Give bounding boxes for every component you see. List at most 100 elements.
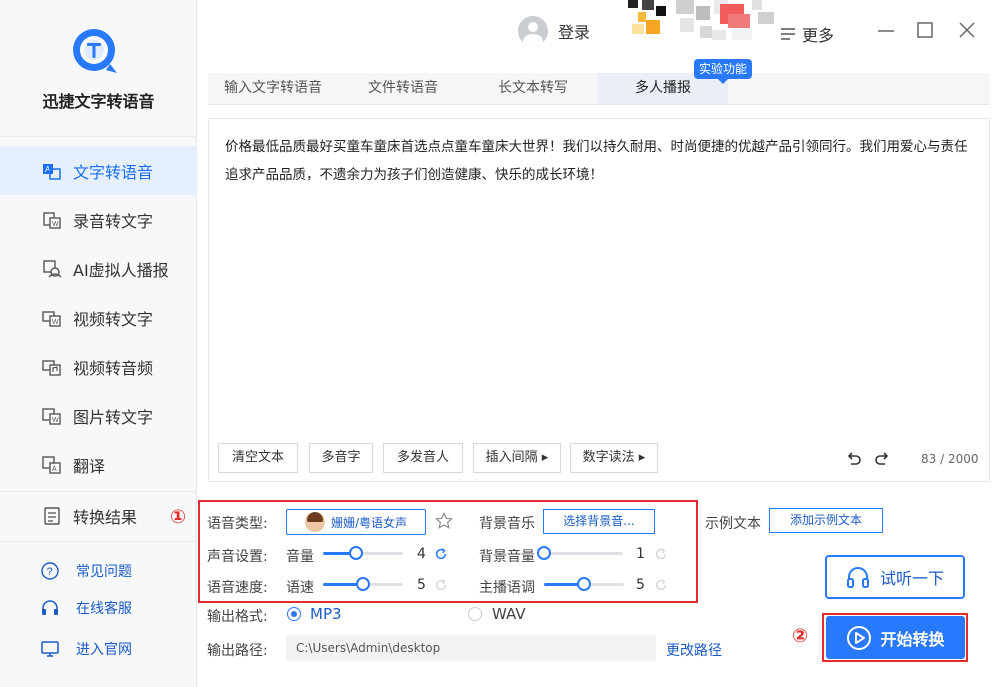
app-logo-icon [73, 29, 117, 73]
rate-slider[interactable] [323, 576, 403, 592]
close-icon[interactable] [957, 20, 977, 40]
rate-slider-knob[interactable] [356, 577, 370, 591]
tone-slider-knob[interactable] [577, 577, 591, 591]
output-format-label: 输出格式: [207, 609, 268, 625]
divider [0, 541, 197, 542]
multi-speaker-button[interactable]: 多发音人 [383, 443, 463, 473]
more-label: 更多 [802, 26, 835, 45]
voice-type-label: 语音类型: [207, 516, 268, 532]
rate-label: 语速 [286, 580, 314, 596]
tab-input-text-to-speech[interactable]: 输入文字转语音 [208, 73, 338, 104]
tab-long-text-transcribe[interactable]: 长文本转写 [468, 73, 598, 104]
insert-pause-button[interactable]: 插入间隔 ▸ [473, 443, 561, 473]
tone-slider[interactable] [544, 576, 624, 592]
tab-file-to-speech[interactable]: 文件转语音 [338, 73, 468, 104]
mode-tabs: 输入文字转语音 文件转语音 长文本转写 多人播报 [208, 73, 990, 105]
more-menu-button[interactable]: 更多 [780, 22, 834, 46]
faq-link[interactable]: ? 常见问题 [40, 561, 132, 581]
sidebar-item-label: AI虚拟人播报 [73, 260, 169, 280]
clear-text-button[interactable]: 清空文本 [218, 443, 298, 473]
official-site-label: 进入官网 [76, 642, 132, 658]
video-to-text-icon: W [42, 308, 62, 328]
online-support-label: 在线客服 [76, 601, 132, 617]
favorite-star-icon[interactable] [435, 512, 453, 530]
faq-label: 常见问题 [76, 564, 132, 580]
redo-icon[interactable] [873, 450, 891, 468]
preview-listen-label: 试听一下 [879, 569, 944, 588]
user-avatar-icon [518, 16, 548, 46]
sample-text-label: 示例文本 [705, 516, 761, 532]
start-convert-button[interactable]: 开始转换 [826, 616, 965, 659]
volume-slider[interactable] [323, 545, 403, 561]
sidebar-item-ai-avatar[interactable]: AI虚拟人播报 [0, 244, 197, 293]
sidebar-item-image-to-text[interactable]: W 图片转文字 [0, 391, 197, 440]
sidebar: 迅捷文字转语音 A 文字转语音 W 录音转文字 AI虚拟人播报 W 视频转文字 … [0, 0, 197, 687]
sidebar-item-video-to-audio[interactable]: 视频转音频 [0, 342, 197, 391]
annotation-number-one: ① [170, 506, 187, 528]
number-reading-button[interactable]: 数字读法 ▸ [570, 443, 658, 473]
mp3-label[interactable]: MP3 [310, 605, 342, 623]
login-button[interactable]: 登录 [518, 16, 590, 46]
tone-reset-icon[interactable] [654, 578, 668, 592]
sidebar-item-video-to-text[interactable]: W 视频转文字 [0, 293, 197, 342]
monitor-icon [40, 639, 60, 659]
pixelated-banner-icon [628, 0, 778, 44]
add-sample-text-button[interactable]: 添加示例文本 [769, 508, 883, 533]
svg-text:A: A [52, 466, 57, 473]
volume-reset-icon[interactable] [434, 547, 448, 561]
tone-value: 5 [636, 577, 645, 593]
question-icon: ? [40, 561, 60, 581]
output-path-label: 输出路径: [207, 643, 268, 659]
minimize-icon[interactable] [876, 20, 896, 40]
char-counter: 83 / 2000 [921, 452, 979, 466]
polyphone-button[interactable]: 多音字 [309, 443, 373, 473]
sidebar-item-results[interactable]: 转换结果 [0, 491, 197, 540]
ai-avatar-icon [42, 259, 62, 279]
official-site-link[interactable]: 进入官网 [40, 639, 132, 659]
svg-text:W: W [52, 417, 59, 424]
bg-volume-reset-icon[interactable] [654, 547, 668, 561]
select-bg-music-button[interactable]: 选择背景音... [543, 509, 655, 534]
bg-volume-slider-knob[interactable] [537, 546, 551, 560]
menu-icon [781, 28, 795, 40]
volume-value: 4 [417, 546, 426, 562]
speech-speed-label: 语音速度: [207, 580, 268, 596]
sidebar-item-label: 视频转文字 [73, 309, 154, 329]
voice-select-button[interactable]: 姗姗/粤语女声 [286, 509, 426, 535]
editor-text[interactable]: 价格最低品质最好买童车童床首选点点童车童床大世界！我们以持久耐用、时尚便捷的优越… [225, 133, 975, 189]
bg-volume-label: 背景音量 [479, 549, 535, 565]
sidebar-item-translate[interactable]: A 翻译 [0, 440, 197, 489]
text-editor[interactable]: 价格最低品质最好买童车童床首选点点童车童床大世界！我们以持久耐用、时尚便捷的优越… [208, 118, 990, 482]
sidebar-item-label: 录音转文字 [73, 211, 154, 231]
output-path-field[interactable]: C:\Users\Admin\desktop [286, 635, 656, 661]
bg-volume-slider[interactable] [537, 545, 623, 561]
mp3-radio[interactable] [287, 607, 301, 621]
rate-value: 5 [417, 577, 426, 593]
headset-icon [40, 598, 60, 618]
login-label: 登录 [558, 23, 591, 42]
online-support-link[interactable]: 在线客服 [40, 598, 132, 618]
sidebar-item-text-to-speech[interactable]: A 文字转语音 [0, 146, 197, 195]
rate-reset-icon[interactable] [434, 578, 448, 592]
play-circle-icon [847, 625, 872, 650]
sound-settings-label: 声音设置: [207, 549, 268, 565]
image-to-text-icon: W [42, 406, 62, 426]
sidebar-item-label: 图片转文字 [73, 407, 154, 427]
maximize-icon[interactable] [915, 20, 935, 40]
preview-listen-button[interactable]: 试听一下 [825, 555, 965, 599]
tone-label: 主播语调 [479, 580, 535, 596]
change-path-link[interactable]: 更改路径 [666, 640, 722, 660]
divider [0, 136, 197, 137]
start-convert-label: 开始转换 [880, 629, 945, 649]
wav-radio[interactable] [468, 607, 482, 621]
bg-volume-value: 1 [636, 546, 645, 562]
sidebar-item-label: 文字转语音 [73, 162, 154, 182]
volume-slider-knob[interactable] [349, 546, 364, 560]
sidebar-item-recording-to-text[interactable]: W 录音转文字 [0, 195, 197, 244]
volume-label: 音量 [286, 549, 314, 565]
undo-icon[interactable] [845, 450, 863, 468]
wav-label[interactable]: WAV [492, 605, 526, 623]
svg-text:?: ? [47, 566, 53, 578]
headphones-icon [846, 567, 869, 588]
svg-text:W: W [52, 221, 59, 228]
